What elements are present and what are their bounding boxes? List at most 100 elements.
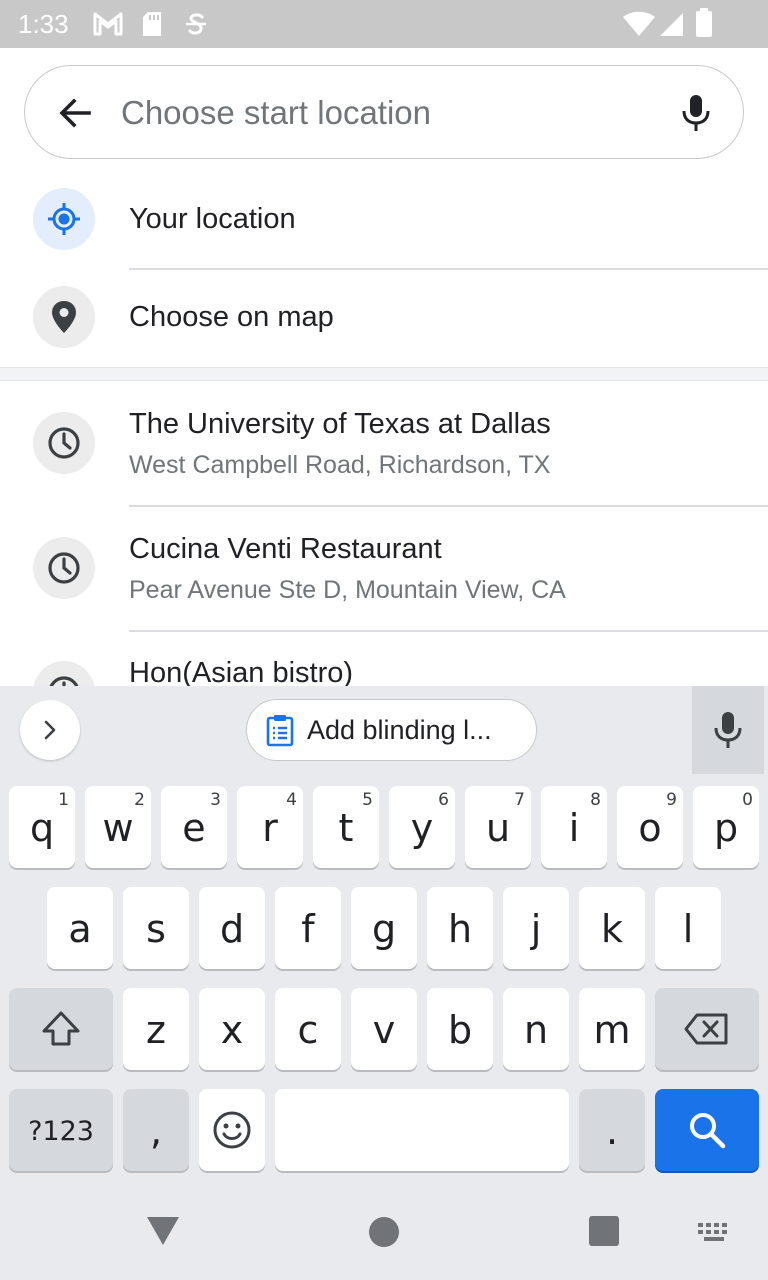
key-k[interactable]: k	[579, 887, 645, 969]
shift-key[interactable]	[9, 988, 113, 1070]
history-item[interactable]: Hon(Asian bistro)	[0, 660, 768, 686]
history-clock-icon	[48, 552, 80, 584]
key-w[interactable]: 2w	[85, 786, 151, 868]
clipboard-icon	[266, 715, 294, 747]
backspace-icon	[684, 1013, 728, 1045]
key-m[interactable]: m	[579, 988, 645, 1070]
history-title: The University of Texas at Dallas	[129, 408, 551, 440]
key-b[interactable]: b	[427, 988, 493, 1070]
key-hint: 1	[58, 790, 69, 810]
key-n[interactable]: n	[503, 988, 569, 1070]
emoji-key[interactable]	[199, 1089, 265, 1171]
key-hint: 3	[210, 790, 221, 810]
key-s[interactable]: s	[123, 887, 189, 969]
key-h[interactable]: h	[427, 887, 493, 969]
key-v[interactable]: v	[351, 988, 417, 1070]
history-item[interactable]: The University of Texas at Dallas West C…	[0, 408, 768, 505]
search-action-key[interactable]	[655, 1089, 759, 1171]
history-title: Cucina Venti Restaurant	[129, 533, 442, 565]
arrow-back-icon[interactable]	[55, 93, 95, 133]
key-o[interactable]: 9o	[617, 786, 683, 868]
recents-square-icon[interactable]	[589, 1216, 619, 1246]
history-title: Hon(Asian bistro)	[129, 660, 354, 686]
key-label: z	[146, 1008, 166, 1052]
key-i[interactable]: 8i	[541, 786, 607, 868]
home-circle-icon[interactable]	[368, 1216, 400, 1248]
key-label: o	[638, 806, 662, 850]
key-label: r	[262, 806, 278, 850]
sd-card-icon	[143, 12, 161, 36]
list-item-choose-on-map[interactable]: Choose on map	[0, 286, 768, 366]
divider	[129, 630, 768, 632]
backspace-key[interactable]	[655, 988, 759, 1070]
key-label: e	[182, 806, 206, 850]
key-c[interactable]: c	[275, 988, 341, 1070]
my-location-icon-bg	[33, 188, 95, 250]
system-navigation-bar	[0, 1198, 768, 1280]
key-t[interactable]: 5t	[313, 786, 379, 868]
key-label: h	[447, 907, 473, 951]
clipboard-suggestion-chip[interactable]: Add blinding l...	[246, 699, 537, 761]
key-label: m	[593, 1008, 631, 1052]
key-label: d	[219, 907, 245, 951]
key-label: k	[600, 907, 623, 951]
status-time: 1:33	[18, 9, 69, 39]
vpn-s-icon	[186, 13, 206, 35]
space-key[interactable]	[275, 1089, 569, 1171]
wifi-icon	[623, 11, 655, 36]
comma-key[interactable]: ,	[123, 1089, 189, 1171]
history-clock-icon	[49, 676, 79, 686]
key-hint: 5	[362, 790, 373, 810]
start-location-input[interactable]	[121, 88, 661, 138]
key-g[interactable]: g	[351, 887, 417, 969]
battery-icon	[696, 8, 712, 37]
key-r[interactable]: 4r	[237, 786, 303, 868]
mic-icon	[714, 712, 742, 748]
key-j[interactable]: j	[503, 887, 569, 969]
mic-icon[interactable]	[675, 92, 717, 134]
history-icon-bg	[33, 661, 95, 686]
choose-on-map-label: Choose on map	[129, 301, 334, 333]
keyboard-switch-icon[interactable]	[697, 1222, 733, 1242]
key-y[interactable]: 6y	[389, 786, 455, 868]
key-label: j	[530, 907, 542, 951]
period-key[interactable]: .	[579, 1089, 645, 1171]
key-label: b	[447, 1008, 473, 1052]
key-label: s	[146, 907, 166, 951]
gmail-icon	[93, 12, 123, 36]
cell-signal-icon	[660, 13, 683, 36]
key-label: a	[68, 907, 92, 951]
key-label: g	[371, 907, 397, 951]
list-item-your-location[interactable]: Your location	[0, 188, 768, 268]
key-hint: 9	[666, 790, 677, 810]
key-x[interactable]: x	[199, 988, 265, 1070]
emoji-smiley-icon	[213, 1111, 251, 1149]
key-label: u	[485, 806, 511, 850]
keyboard-voice-button[interactable]	[692, 686, 764, 774]
key-e[interactable]: 3e	[161, 786, 227, 868]
clipboard-suggestion-text: Add blinding l...	[307, 714, 492, 745]
symbols-key[interactable]: ?123	[9, 1089, 113, 1171]
key-label: y	[410, 806, 434, 850]
key-label: n	[523, 1008, 549, 1052]
history-icon-bg	[33, 412, 95, 474]
key-label: v	[372, 1008, 396, 1052]
key-p[interactable]: 0p	[693, 786, 759, 868]
key-a[interactable]: a	[47, 887, 113, 969]
key-z[interactable]: z	[123, 988, 189, 1070]
key-q[interactable]: 1q	[9, 786, 75, 868]
section-separator	[0, 367, 768, 381]
key-label: ?123	[28, 1115, 94, 1147]
key-label: l	[682, 907, 694, 951]
key-label: i	[568, 806, 580, 850]
history-item[interactable]: Cucina Venti Restaurant Pear Avenue Ste …	[0, 533, 768, 630]
key-l[interactable]: l	[655, 887, 721, 969]
key-u[interactable]: 7u	[465, 786, 531, 868]
key-hint: 2	[134, 790, 145, 810]
my-location-icon	[48, 203, 80, 235]
key-hint: 0	[742, 790, 753, 810]
expand-suggestions-button[interactable]	[20, 700, 80, 760]
key-d[interactable]: d	[199, 887, 265, 969]
key-f[interactable]: f	[275, 887, 341, 969]
back-triangle-icon[interactable]	[145, 1214, 181, 1248]
